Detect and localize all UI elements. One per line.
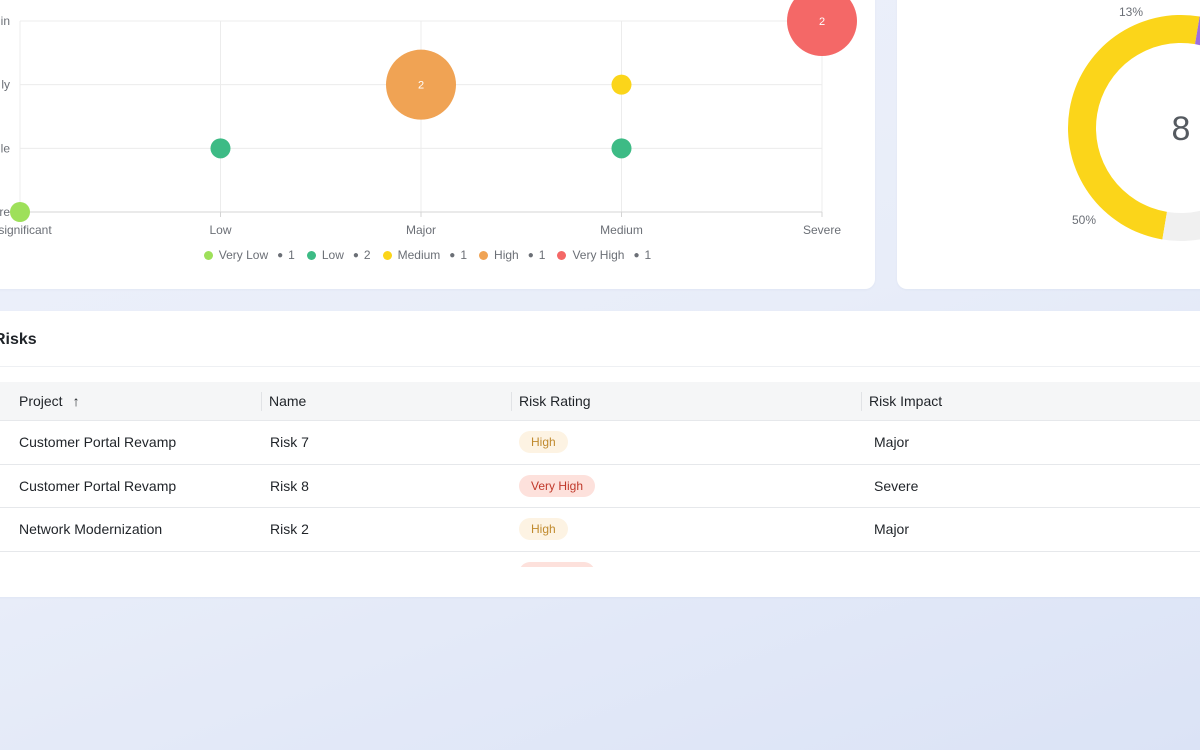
legend-label: Medium	[397, 248, 441, 262]
y-tick-label: ly	[1, 78, 10, 92]
bubble-very-high[interactable]	[787, 0, 857, 56]
risks-title: Risks	[0, 331, 37, 348]
risks-table: Project ↑ Name Risk Rating Risk Impact C…	[0, 382, 1200, 595]
table-row[interactable]: Customer Portal Revamp Risk 7 High Major	[0, 421, 1200, 465]
x-tick-label: Low	[209, 223, 231, 237]
legend-label: Low	[321, 248, 344, 262]
cell-project: Customer Portal Revamp	[0, 434, 261, 450]
cell-risk-impact-text: Severe	[874, 477, 919, 494]
table-header: Project ↑ Name Risk Rating Risk Impact	[0, 382, 1200, 421]
x-tick-label: Major	[406, 223, 436, 237]
cell-name-text: Risk 8	[270, 477, 309, 494]
cell-risk-rating: High	[511, 518, 861, 541]
legend-bullet-icon: ●	[527, 249, 534, 261]
legend-bullet-icon: ●	[633, 249, 640, 261]
chart-legend: Very Low ● 1 Low ● 2 Medium ● 1 High ● 1 Very High ● 1	[0, 248, 875, 262]
legend-item-low[interactable]: Low ● 2	[306, 248, 371, 262]
column-header-project[interactable]: Project ↑	[0, 382, 261, 420]
cell-risk-rating: Very High	[511, 474, 861, 497]
legend-item-medium[interactable]: Medium ● 1	[382, 248, 468, 262]
table-scroll-mask	[0, 567, 1200, 597]
bubble-medium[interactable]	[611, 74, 632, 95]
legend-bullet-icon: ●	[277, 249, 284, 261]
column-header-risk-rating[interactable]: Risk Rating	[511, 382, 861, 420]
cell-project-text: Customer Portal Revamp	[19, 477, 177, 494]
column-header-label: Risk Rating	[519, 393, 591, 409]
column-header-label: Risk Impact	[869, 393, 943, 409]
bubble-count-label: 2	[418, 80, 424, 92]
donut-percent-label: 13%	[1119, 5, 1143, 19]
cell-risk-rating: High	[511, 431, 861, 454]
cell-name-text: Risk 7	[270, 434, 309, 451]
legend-count: 2	[363, 248, 371, 262]
legend-count: 1	[288, 248, 295, 262]
column-header-label: Project	[19, 393, 63, 409]
legend-item-high[interactable]: High ● 1	[479, 248, 545, 262]
column-header-label: Name	[269, 393, 307, 409]
legend-count: 1	[460, 248, 468, 262]
risk-bubble-chart: Insignificant Low Major Medium Severe re le ly i…	[0, 0, 857, 237]
legend-label: Very High	[572, 248, 625, 262]
y-tick-label: le	[1, 141, 11, 155]
cell-project: Network Modernization	[0, 521, 261, 537]
cell-project-text: Network Modernization	[19, 521, 163, 538]
legend-swatch	[306, 250, 316, 260]
donut-percent-label: 50%	[1072, 213, 1096, 227]
cell-risk-impact: Major	[861, 521, 1200, 537]
bubble-low[interactable]	[611, 138, 632, 159]
legend-swatch	[203, 250, 213, 260]
x-tick-label: Severe	[803, 223, 841, 237]
cell-project: Customer Portal Revamp	[0, 478, 261, 494]
cell-name: Risk 7	[261, 434, 511, 450]
legend-count: 1	[644, 248, 652, 262]
donut-slice[interactable]	[1162, 145, 1200, 241]
legend-item-very-high[interactable]: Very High ● 1	[557, 248, 651, 262]
y-tick-label: re	[0, 205, 10, 219]
legend-bullet-icon: ●	[352, 249, 359, 261]
divider	[0, 366, 1200, 367]
cell-risk-impact-text: Major	[874, 521, 910, 538]
x-tick-label: Insignificant	[0, 223, 52, 237]
legend-swatch	[557, 250, 567, 260]
cell-project-text: Customer Portal Revamp	[19, 434, 177, 451]
sort-ascending-icon[interactable]: ↑	[73, 393, 80, 409]
cell-risk-impact: Major	[861, 434, 1200, 450]
risk-distribution-card: 50% 13% 8	[897, 0, 1200, 289]
risks-table-card: Risks Project ↑ Name Risk Rating Risk Im…	[0, 311, 1200, 597]
table-row[interactable]: Network Modernization Risk 2 High Major	[0, 508, 1200, 552]
bubble-low[interactable]	[210, 138, 231, 159]
risk-rating-badge: Very High	[519, 474, 596, 497]
risk-donut-chart: 50% 13% 8	[1068, 5, 1200, 241]
legend-label: Very Low	[218, 248, 269, 262]
legend-item-very-low[interactable]: Very Low ● 1	[203, 248, 295, 262]
legend-label: High	[494, 248, 519, 262]
cell-name-text: Risk 2	[270, 521, 309, 538]
donut-center-total: 8	[1172, 110, 1191, 148]
legend-swatch	[479, 250, 489, 260]
column-header-name[interactable]: Name	[261, 382, 511, 420]
x-tick-label: Medium	[600, 223, 643, 237]
cell-risk-impact-text: Major	[874, 434, 910, 451]
legend-count: 1	[538, 248, 546, 262]
bubble-count-label: 2	[819, 16, 825, 28]
cell-name: Risk 8	[261, 478, 511, 494]
legend-swatch	[382, 250, 392, 260]
risk-matrix-card: Insignificant Low Major Medium Severe re le ly i…	[0, 0, 875, 289]
risk-rating-badge: High	[519, 431, 568, 454]
cell-name: Risk 2	[261, 521, 511, 537]
y-tick-label: in	[1, 14, 10, 28]
cell-risk-impact: Severe	[861, 478, 1200, 494]
bubble-very-low[interactable]	[10, 202, 30, 222]
table-row[interactable]: Customer Portal Revamp Risk 8 Very High Sev…	[0, 465, 1200, 508]
risk-rating-badge: High	[519, 518, 568, 541]
legend-bullet-icon: ●	[449, 249, 456, 261]
column-header-risk-impact[interactable]: Risk Impact	[861, 382, 1200, 420]
